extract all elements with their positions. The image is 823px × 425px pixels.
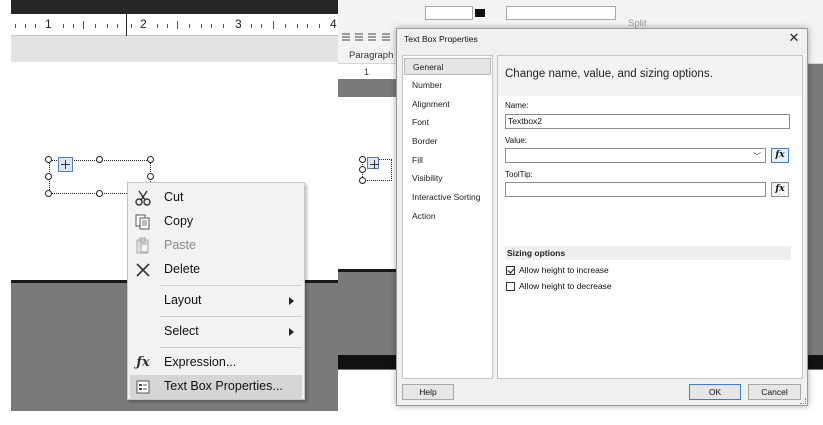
menu-separator (160, 285, 302, 286)
color-swatch-icon[interactable] (475, 9, 485, 17)
resize-handle[interactable] (45, 156, 52, 163)
submenu-arrow-icon (289, 328, 294, 336)
resize-handle[interactable] (147, 173, 154, 180)
fx-icon: ƒx (136, 355, 150, 370)
tooltip-input[interactable] (505, 182, 766, 197)
name-input[interactable]: Textbox2 (505, 114, 790, 129)
resize-handle[interactable] (359, 166, 366, 173)
ruler-number-4: 4 (330, 17, 337, 31)
resize-grip-icon[interactable] (800, 398, 806, 404)
ribbon-dropdown[interactable] (506, 6, 616, 20)
menu-separator (160, 316, 302, 317)
nav-item-border[interactable]: Border (404, 133, 491, 150)
footer-dark-bar (808, 355, 823, 369)
resize-handle[interactable] (359, 177, 366, 184)
footer-dark-bar (338, 355, 398, 369)
dialog-title: Text Box Properties (404, 34, 478, 44)
content-header: Change name, value, and sizing options. (498, 56, 802, 96)
help-button[interactable]: Help (402, 384, 454, 400)
horizontal-ruler-right: 1 (338, 65, 398, 79)
resize-handle[interactable] (45, 173, 52, 180)
copy-icon (134, 213, 152, 231)
horizontal-ruler: 1 2 3 4 (11, 14, 338, 36)
nav-item-fill[interactable]: Fill (404, 152, 491, 169)
tooltip-label: ToolTip: (505, 170, 533, 179)
submenu-arrow-icon (289, 297, 294, 305)
ok-button[interactable]: OK (689, 384, 741, 400)
resize-handle[interactable] (96, 156, 103, 163)
value-combobox[interactable]: ﹀ (505, 148, 766, 163)
allow-height-decrease-label[interactable]: Allow height to decrease (519, 281, 612, 291)
menu-item-text-box-properties[interactable]: Text Box Properties... (130, 375, 302, 399)
value-expression-button[interactable]: fx (771, 148, 789, 163)
menu-separator (160, 347, 302, 348)
allow-height-decrease-checkbox[interactable] (506, 282, 515, 291)
name-label: Name: (505, 101, 529, 110)
ruler-number-2: 2 (140, 17, 147, 31)
close-icon[interactable]: ✕ (787, 31, 801, 45)
menu-item-delete[interactable]: Delete (130, 258, 302, 282)
ribbon-input[interactable] (425, 6, 473, 20)
move-handle-icon[interactable] (58, 157, 73, 172)
resize-handle[interactable] (147, 156, 154, 163)
resize-handle[interactable] (45, 190, 52, 197)
cancel-button[interactable]: Cancel (748, 384, 801, 400)
ruler-number-1: 1 (45, 17, 52, 31)
menu-item-select[interactable]: Select (130, 320, 302, 344)
nav-item-action[interactable]: Action (404, 208, 491, 225)
allow-height-increase-checkbox[interactable] (506, 266, 515, 275)
delete-x-icon (134, 261, 152, 279)
dialog-nav: General Number Alignment Font Border Fil… (402, 55, 493, 379)
properties-icon (134, 378, 152, 396)
nav-item-general[interactable]: General (404, 58, 491, 75)
nav-item-interactive-sorting[interactable]: Interactive Sorting (404, 189, 491, 206)
report-body-canvas-right[interactable] (338, 97, 398, 269)
nav-item-visibility[interactable]: Visibility (404, 170, 491, 187)
menu-item-expression[interactable]: ƒx Expression... (130, 351, 302, 375)
chevron-down-icon[interactable]: ﹀ (753, 150, 761, 163)
menu-item-cut[interactable]: Cut (130, 186, 302, 210)
ruler-number-3: 3 (235, 17, 242, 31)
designer-gray-strip (808, 64, 823, 370)
sizing-options-header: Sizing options (505, 246, 791, 260)
resize-handle[interactable] (96, 190, 103, 197)
menu-item-paste[interactable]: Paste (130, 234, 302, 258)
value-label: Value: (505, 136, 528, 145)
scissors-icon (134, 189, 152, 207)
page-header-band-right (338, 79, 398, 97)
context-menu: Cut Copy Paste Delete Layout Select ƒx E… (127, 182, 305, 400)
move-handle-icon[interactable] (367, 157, 379, 169)
paste-icon (134, 237, 152, 255)
menu-item-layout[interactable]: Layout (130, 289, 302, 313)
text-box-properties-dialog: Text Box Properties ✕ General Number Ali… (396, 28, 808, 406)
tooltip-expression-button[interactable]: fx (771, 182, 789, 197)
allow-height-increase-label[interactable]: Allow height to increase (519, 265, 609, 275)
ribbon-group-label: Paragraph (349, 50, 394, 61)
nav-item-alignment[interactable]: Alignment (404, 96, 491, 113)
ruler-cursor-line (126, 14, 127, 36)
content-header-text: Change name, value, and sizing options. (505, 68, 713, 80)
resize-handle[interactable] (359, 156, 366, 163)
align-icons[interactable] (342, 30, 390, 41)
dialog-content: Change name, value, and sizing options. … (497, 55, 803, 379)
nav-item-font[interactable]: Font (404, 114, 491, 131)
screenshot-root: 1 2 3 4 Cut Copy Paste Delete Layout Sel… (0, 0, 823, 425)
nav-item-number[interactable]: Number (404, 77, 491, 94)
page-header-band (11, 36, 338, 62)
menu-item-copy[interactable]: Copy (130, 210, 302, 234)
top-dark-bar (11, 0, 338, 14)
